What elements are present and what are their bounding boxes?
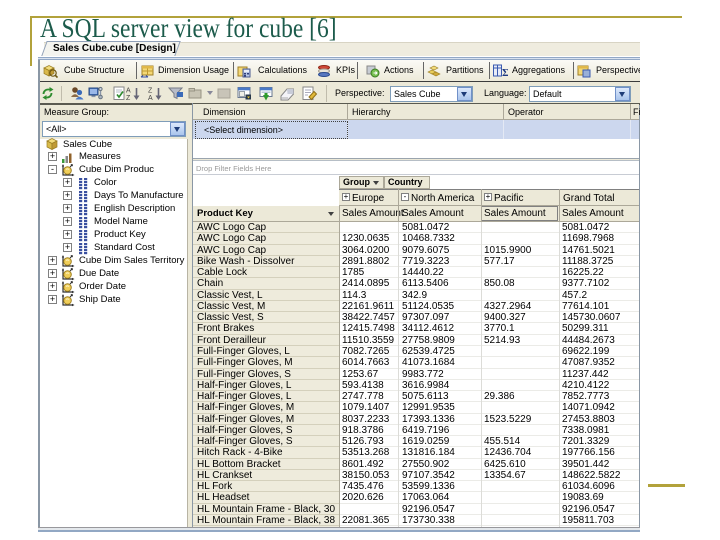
svg-text:Z: Z bbox=[126, 95, 131, 101]
svg-text:Z: Z bbox=[148, 88, 153, 95]
svg-text:A: A bbox=[126, 88, 131, 95]
svg-text:Σ: Σ bbox=[502, 67, 508, 78]
svg-text:A: A bbox=[148, 95, 153, 101]
